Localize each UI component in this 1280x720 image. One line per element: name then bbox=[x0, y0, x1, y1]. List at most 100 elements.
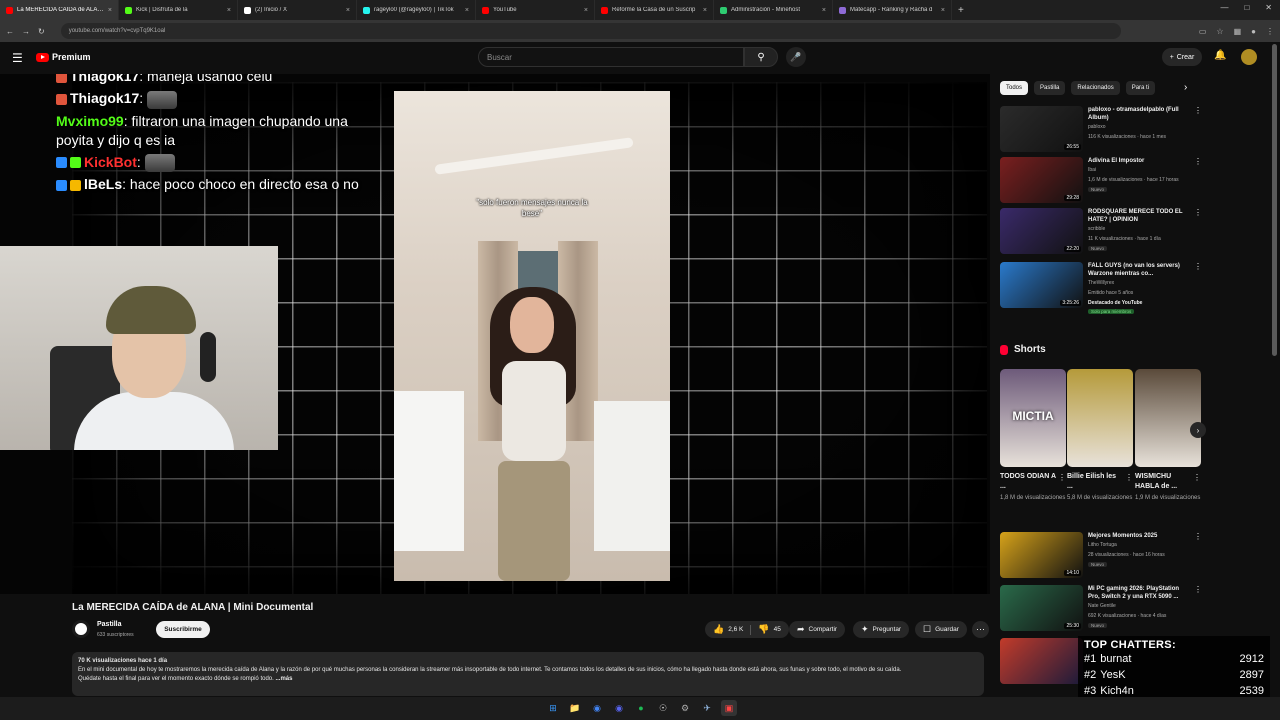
browser-tab[interactable]: YouTube × bbox=[476, 0, 595, 20]
show-more-link[interactable]: ...más bbox=[275, 676, 292, 682]
tab-close-icon[interactable]: × bbox=[227, 7, 231, 14]
browser-tab[interactable]: Reformé la Casa de un Suscrip × bbox=[595, 0, 714, 20]
tab-close-icon[interactable]: × bbox=[703, 7, 707, 14]
browser-tab[interactable]: Administración - Minehost × bbox=[714, 0, 833, 20]
discord-icon[interactable]: ◉ bbox=[611, 700, 627, 716]
url-field[interactable]: youtube.com/watch?v=cvpTq9K1oal bbox=[60, 23, 1121, 39]
back-icon[interactable]: ← bbox=[6, 27, 14, 36]
video-thumbnail[interactable] bbox=[1000, 638, 1083, 684]
extensions-icon[interactable]: ▦ bbox=[1234, 27, 1242, 36]
share-button[interactable]: ➦ Compartir bbox=[789, 621, 846, 638]
video-thumbnail[interactable]: 25:30 bbox=[1000, 585, 1083, 631]
tab-close-icon[interactable]: × bbox=[346, 7, 350, 14]
video-title[interactable]: pabloxo - otramasdelpablo (Full Album) bbox=[1088, 106, 1192, 122]
filter-chip[interactable]: Para ti bbox=[1125, 81, 1156, 95]
video-channel[interactable]: Litho Tortuga bbox=[1088, 542, 1117, 548]
browser-tab[interactable]: Matecapp - Ranking y Racha d × bbox=[833, 0, 952, 20]
maximize-icon[interactable]: □ bbox=[1244, 3, 1249, 12]
short-item[interactable]: WISMICHU HABLA de ... 1,9 M de visualizac… bbox=[1135, 369, 1201, 503]
chevron-right-icon[interactable]: › bbox=[1184, 82, 1187, 93]
video-channel[interactable]: TheWillyrex bbox=[1088, 280, 1114, 286]
more-vertical-icon[interactable]: ⋮ bbox=[1125, 473, 1133, 482]
voice-search-button[interactable]: 🎤 bbox=[786, 47, 806, 67]
recommendation-item[interactable]: 14:10 Mejores Momentos 2025 Litho Tortuga 2… bbox=[1000, 532, 1202, 582]
more-vertical-icon[interactable]: ⋮ bbox=[1194, 157, 1202, 166]
tab-close-icon[interactable]: × bbox=[108, 7, 112, 14]
browser-tab[interactable]: La MERECIDA CAÍDA de ALANA × bbox=[0, 0, 119, 20]
search-button[interactable]: ⚲ bbox=[744, 47, 778, 67]
youtube-logo[interactable]: Premium bbox=[36, 52, 91, 62]
account-avatar[interactable] bbox=[1241, 49, 1257, 65]
shorts-next-button[interactable]: › bbox=[1190, 422, 1206, 438]
tab-close-icon[interactable]: × bbox=[584, 7, 588, 14]
filter-chip[interactable]: Relacionados bbox=[1071, 81, 1120, 95]
video-channel[interactable]: pabloxo bbox=[1088, 124, 1106, 130]
channel-name[interactable]: Pastilla bbox=[97, 621, 122, 628]
short-title[interactable]: TODOS ODIAN A ... bbox=[1000, 472, 1056, 492]
recommendation-item[interactable]: 25:30 Mi PC gaming 2026: PlayStation Pro,… bbox=[1000, 585, 1202, 635]
video-thumbnail[interactable]: 22:20 bbox=[1000, 208, 1083, 254]
save-button[interactable]: ☐ Guardar bbox=[915, 621, 967, 638]
app-active-icon[interactable]: ▣ bbox=[721, 700, 737, 716]
chrome-icon[interactable]: ◉ bbox=[589, 700, 605, 716]
minimize-icon[interactable]: — bbox=[1220, 3, 1228, 12]
close-icon[interactable]: ✕ bbox=[1265, 3, 1272, 12]
short-thumbnail[interactable] bbox=[1067, 369, 1133, 467]
short-thumbnail[interactable]: MICTIA bbox=[1000, 369, 1066, 467]
video-description[interactable]: 70 K visualizaciones hace 1 día En el mi… bbox=[72, 652, 984, 696]
video-channel[interactable]: Ibai bbox=[1088, 167, 1096, 173]
dislike-count[interactable]: 45 bbox=[774, 626, 781, 633]
browser-tab[interactable]: (2) Inicio / X × bbox=[238, 0, 357, 20]
like-count[interactable]: 2,6 K bbox=[728, 626, 743, 633]
recommendation-item[interactable]: 22:20 RODSQUARE MERECE TODO EL HATE? | OP… bbox=[1000, 208, 1202, 258]
short-item[interactable]: Billie Eilish les ... 5,8 M de visualizac… bbox=[1067, 369, 1133, 503]
notifications-bell-icon[interactable]: 🔔 bbox=[1214, 50, 1226, 61]
filter-chip[interactable]: Todos bbox=[1000, 81, 1029, 95]
steam-icon[interactable]: ✈ bbox=[699, 700, 715, 716]
more-vertical-icon[interactable]: ⋮ bbox=[1194, 532, 1202, 541]
short-item[interactable]: MICTIA TODOS ODIAN A ... 1,8 M de visualiz… bbox=[1000, 369, 1066, 503]
spotify-icon[interactable]: ● bbox=[633, 700, 649, 716]
video-channel[interactable]: scribble bbox=[1088, 226, 1105, 232]
more-vertical-icon[interactable]: ⋮ bbox=[1194, 106, 1202, 115]
new-tab-button[interactable]: + bbox=[958, 5, 964, 16]
reload-icon[interactable]: ↻ bbox=[38, 27, 45, 36]
more-actions-button[interactable]: ⋯ bbox=[972, 621, 989, 638]
browser-menu-icon[interactable]: ⋮ bbox=[1266, 27, 1274, 36]
recommendation-item[interactable]: 26:55 pabloxo - otramasdelpablo (Full Alb… bbox=[1000, 106, 1202, 156]
obs-icon[interactable]: ☉ bbox=[655, 700, 671, 716]
video-channel[interactable]: Nate Gentile bbox=[1088, 603, 1116, 609]
more-vertical-icon[interactable]: ⋮ bbox=[1194, 262, 1202, 271]
browser-tab[interactable]: rageylo0 (@rageylo0) | TikTok × bbox=[357, 0, 476, 20]
video-player[interactable]: lBeLsThiagok17: maneja usando celuThiago… bbox=[0, 74, 990, 594]
video-thumbnail[interactable]: 3:25:26 bbox=[1000, 262, 1083, 308]
settings-gear-icon[interactable]: ⚙ bbox=[677, 700, 693, 716]
more-vertical-icon[interactable]: ⋮ bbox=[1194, 585, 1202, 594]
file-explorer-icon[interactable]: 📁 bbox=[567, 700, 583, 716]
tab-close-icon[interactable]: × bbox=[822, 7, 826, 14]
thumbs-up-icon[interactable]: 👍 bbox=[713, 624, 724, 635]
short-title[interactable]: Billie Eilish les ... bbox=[1067, 472, 1123, 492]
profile-icon[interactable]: ● bbox=[1251, 27, 1256, 36]
short-thumbnail[interactable] bbox=[1135, 369, 1201, 467]
video-title[interactable]: FALL GUYS (no van los servers) Warzone m… bbox=[1088, 262, 1192, 278]
hamburger-menu-icon[interactable]: ☰ bbox=[12, 51, 23, 65]
forward-icon[interactable]: → bbox=[22, 27, 30, 36]
video-title[interactable]: RODSQUARE MERECE TODO EL HATE? | OPINION bbox=[1088, 208, 1192, 224]
video-title[interactable]: Mi PC gaming 2026: PlayStation Pro, Swit… bbox=[1088, 585, 1192, 601]
tab-close-icon[interactable]: × bbox=[941, 7, 945, 14]
browser-tab[interactable]: Kick | Disfruta de la × bbox=[119, 0, 238, 20]
subscribe-button[interactable]: Suscribirme bbox=[156, 621, 210, 638]
more-vertical-icon[interactable]: ⋮ bbox=[1194, 208, 1202, 217]
page-scrollbar[interactable] bbox=[1272, 44, 1277, 356]
video-thumbnail[interactable]: 14:10 bbox=[1000, 532, 1083, 578]
video-thumbnail[interactable]: 26:55 bbox=[1000, 106, 1083, 152]
install-icon[interactable]: ▭ bbox=[1199, 27, 1207, 36]
video-thumbnail[interactable]: 29:28 bbox=[1000, 157, 1083, 203]
video-title[interactable]: Adivina El Impostor bbox=[1088, 157, 1192, 165]
more-vertical-icon[interactable]: ⋮ bbox=[1193, 473, 1201, 482]
ask-button[interactable]: ✦ Preguntar bbox=[853, 621, 910, 638]
tab-close-icon[interactable]: × bbox=[465, 7, 469, 14]
search-input[interactable]: Buscar bbox=[478, 47, 744, 67]
channel-avatar[interactable] bbox=[72, 620, 90, 638]
